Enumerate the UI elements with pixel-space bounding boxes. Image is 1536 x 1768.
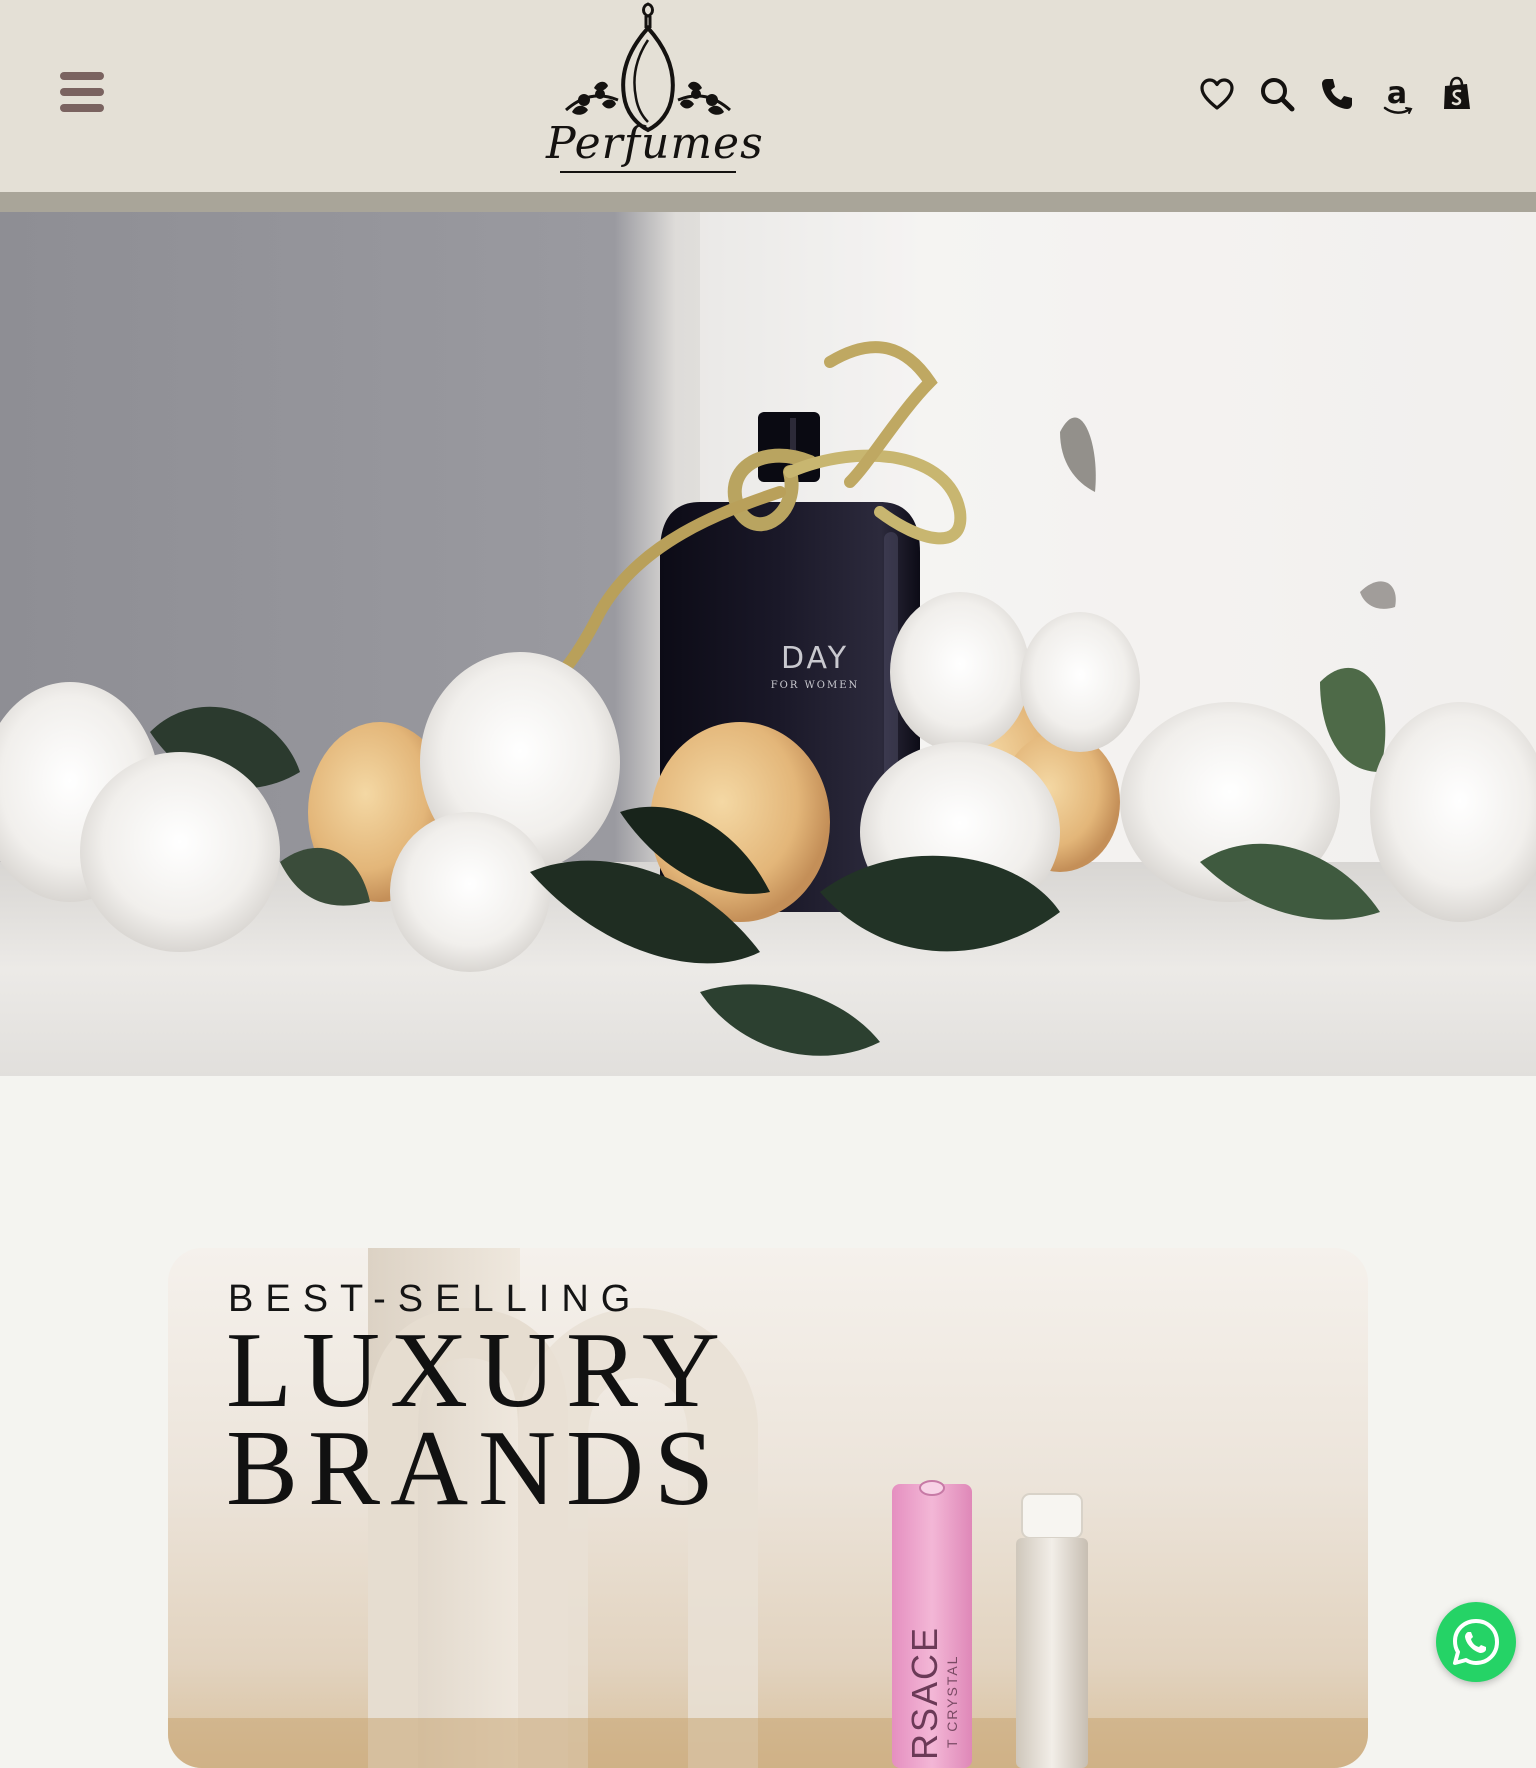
promo-title-line-1: LUXURY	[226, 1311, 731, 1430]
vial-left-brand: RSACE	[904, 1625, 945, 1760]
shopify-bag-icon	[1444, 76, 1470, 109]
shop-button[interactable]	[1438, 75, 1476, 113]
amazon-icon: a	[1383, 79, 1413, 114]
site-logo[interactable]: Perfumes	[546, 0, 764, 180]
search-icon	[1261, 78, 1295, 112]
header-divider-bar	[0, 192, 1536, 212]
phone-button[interactable]	[1318, 75, 1356, 113]
promo-title: LUXURY BRANDS	[226, 1311, 731, 1528]
best-selling-promo-card[interactable]: BEST-SELLING LUXURY BRANDS RSACE T CRYST…	[168, 1248, 1368, 1768]
header-icon-bar: a	[1198, 70, 1476, 118]
promo-title-line-2: BRANDS	[226, 1409, 725, 1528]
whatsapp-chat-button[interactable]	[1436, 1602, 1516, 1682]
bottle-label-name: DAY	[780, 641, 850, 676]
heart-icon	[1200, 78, 1234, 110]
menu-icon	[60, 72, 104, 80]
logo-wordmark: Perfumes	[546, 118, 764, 169]
vial-left-sub: T CRYSTAL	[944, 1654, 960, 1748]
whatsapp-icon	[1453, 1619, 1499, 1665]
menu-icon-bar	[60, 104, 104, 112]
search-button[interactable]	[1258, 75, 1296, 113]
hero-banner: DAY FOR WOMEN	[0, 212, 1536, 1076]
logo-underline	[560, 171, 736, 173]
amazon-button[interactable]: a	[1378, 75, 1416, 114]
bottle-label: DAY FOR WOMEN	[760, 641, 870, 692]
phone-icon	[1322, 79, 1352, 109]
wishlist-button[interactable]	[1198, 75, 1236, 113]
menu-button[interactable]	[56, 68, 108, 116]
bottle-label-sub: FOR WOMEN	[770, 680, 860, 691]
amazon-smile-icon	[1383, 106, 1413, 114]
site-header: Perfumes a	[0, 0, 1536, 192]
menu-icon-bar	[60, 88, 104, 96]
